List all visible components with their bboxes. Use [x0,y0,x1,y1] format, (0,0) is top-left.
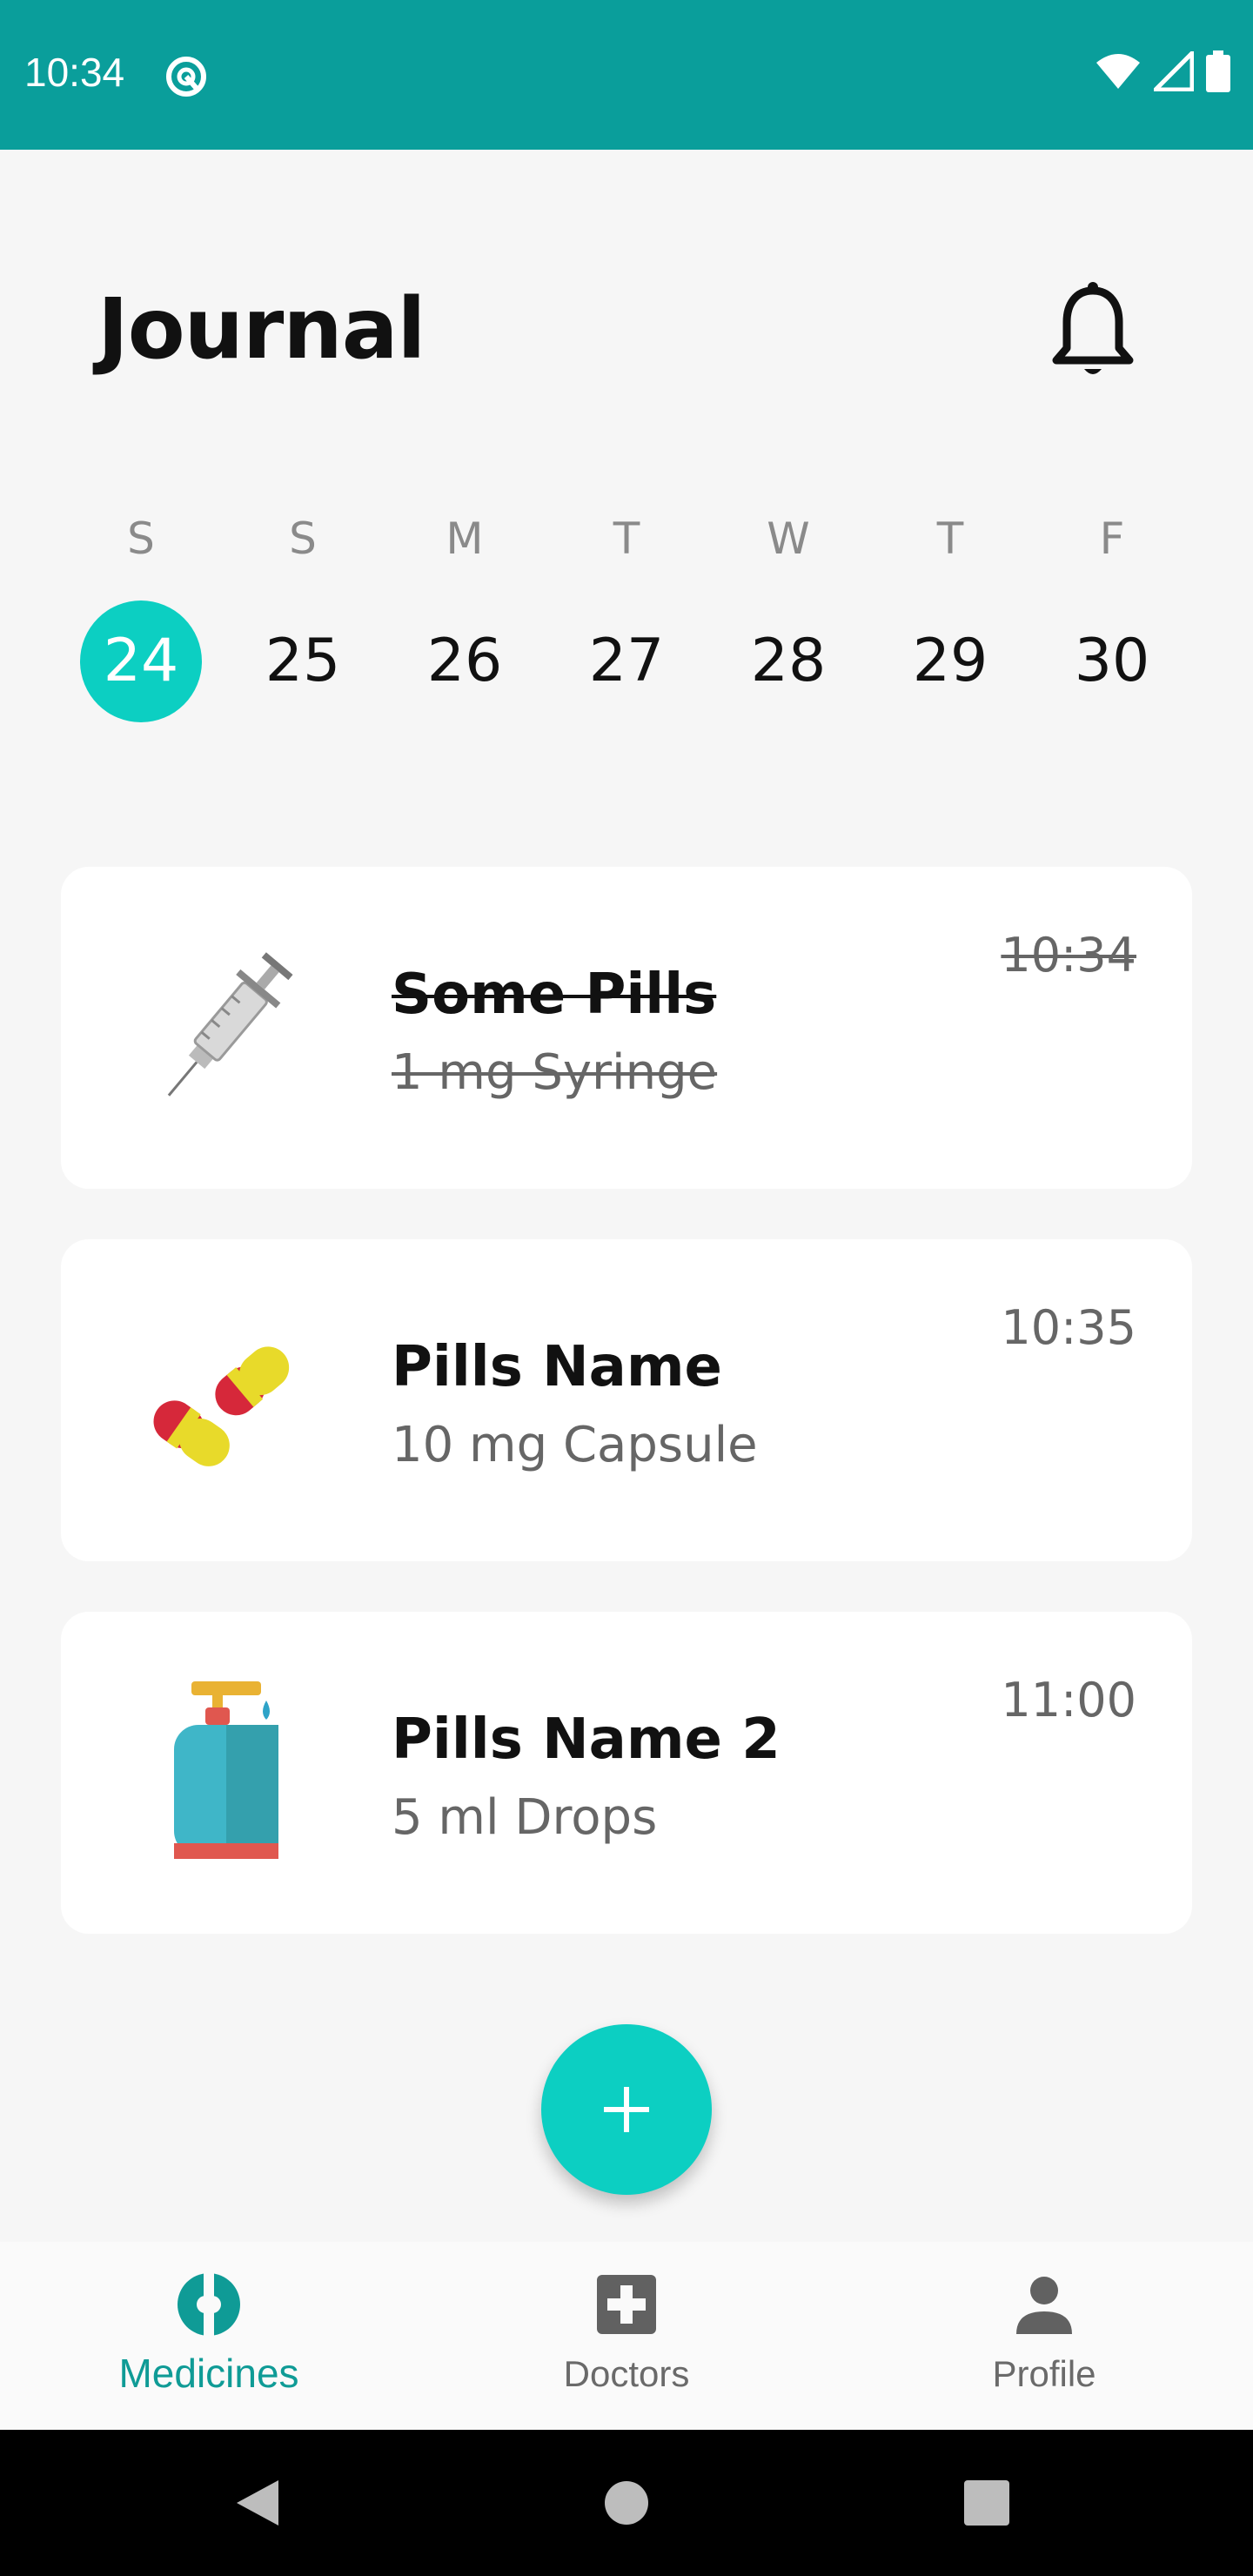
status-bar: 10:34 [0,0,1253,150]
medicine-dose: 10 mg Capsule [392,1417,758,1473]
drops-bottle-icon [174,1681,278,1859]
medicine-time: 10:34 [1001,928,1136,983]
medicine-dose: 5 ml Drops [392,1789,658,1846]
medicine-name: Pills Name 2 [392,1707,781,1772]
day-number[interactable]: 26 [404,600,526,722]
recents-icon[interactable] [964,2480,1009,2526]
system-navigation-bar [0,2430,1253,2576]
medicine-icon [178,2271,240,2338]
page-title: Journal [97,280,425,378]
medicine-name: Some Pills [392,963,717,1027]
signal-icon [1154,51,1194,91]
medicine-card[interactable]: Some Pills 1 mg Syringe 10:34 [61,867,1192,1189]
medicine-name: Pills Name [392,1335,722,1399]
battery-icon [1206,50,1230,92]
day-label: S [289,513,317,564]
medical-cross-icon [597,2275,656,2334]
day-label: W [767,513,810,564]
back-icon[interactable] [233,2477,282,2529]
plus-icon [604,2087,649,2132]
app-icon [166,57,206,97]
day-number[interactable]: 29 [889,600,1011,722]
capsule-icon [153,1346,290,1466]
day-label: T [613,513,640,564]
person-icon [1016,2277,1072,2334]
bottom-navigation: Medicines Doctors Profile [0,2242,1253,2430]
day-label: T [936,513,964,564]
medicine-time: 10:35 [1001,1300,1136,1355]
nav-item-doctors[interactable]: Doctors [452,2242,801,2430]
nav-item-profile[interactable]: Profile [870,2242,1218,2430]
nav-label: Doctors [563,2353,690,2394]
nav-item-medicines[interactable]: Medicines [35,2242,383,2430]
nav-label: Medicines [118,2351,299,2396]
status-time: 10:34 [24,50,125,95]
medicine-card[interactable]: Pills Name 2 5 ml Drops 11:00 [61,1612,1192,1934]
day-label: F [1099,513,1125,564]
wifi-icon [1096,54,1140,89]
home-icon[interactable] [604,2480,649,2526]
medicine-time: 11:00 [1001,1673,1136,1727]
day-number[interactable]: 28 [727,600,849,722]
add-medicine-button[interactable] [541,2024,712,2195]
medicine-dose: 1 mg Syringe [392,1044,718,1101]
bell-icon[interactable] [1041,277,1145,390]
day-number-selected[interactable]: 24 [80,600,202,722]
day-number[interactable]: 30 [1051,600,1173,722]
day-number[interactable]: 25 [242,600,364,722]
medicine-card[interactable]: Pills Name 10 mg Capsule 10:35 [61,1239,1192,1561]
day-label: S [127,513,155,564]
syringe-icon [167,952,293,1097]
nav-label: Profile [992,2353,1096,2394]
day-number[interactable]: 27 [566,600,687,722]
day-label: M [446,513,484,564]
